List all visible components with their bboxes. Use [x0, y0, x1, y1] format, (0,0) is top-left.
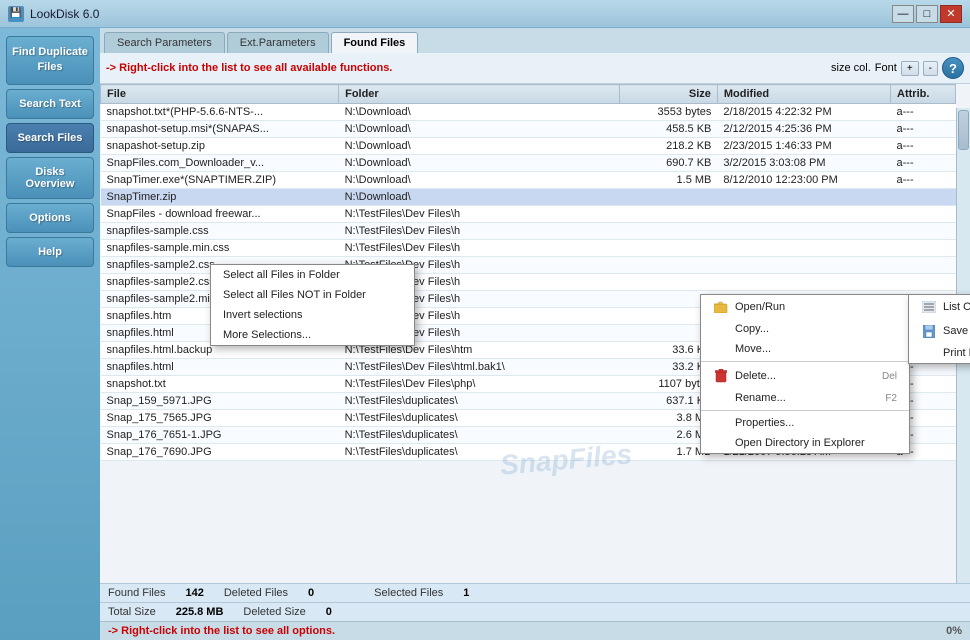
sidebar: Find DuplicateFiles Search Text Search F… [0, 28, 100, 640]
minimize-button[interactable]: — [892, 5, 914, 23]
status-bar-2: Total Size 225.8 MB Deleted Size 0 [100, 602, 970, 621]
toolbar-right: size col. Font + - ? [831, 57, 964, 79]
window-title: LookDisk 6.0 [30, 7, 99, 21]
deleted-size-value: 0 [326, 606, 332, 618]
content-area: Search Parameters Ext.Parameters Found F… [100, 28, 970, 640]
deleted-size-label: Deleted Size [243, 606, 305, 618]
progress-value: 0% [946, 625, 962, 637]
ctx-more-selections[interactable]: More Selections... [211, 325, 414, 345]
ctx-move[interactable]: Move... [701, 339, 909, 359]
font-minus-button[interactable]: - [923, 61, 938, 76]
sidebar-item-help[interactable]: Help [6, 237, 94, 267]
ctx-properties[interactable]: Properties... [701, 413, 909, 433]
ctx-select-all-folder[interactable]: Select all Files in Folder [211, 265, 414, 285]
file-table-container: File Folder Size Modified Attrib. snapsh… [100, 84, 970, 583]
app-icon: 💾 [8, 6, 24, 22]
size-col-label: size col. [831, 62, 871, 74]
total-size-label: Total Size [108, 606, 156, 618]
sidebar-item-disks-overview[interactable]: Disks Overview [6, 157, 94, 199]
tab-bar: Search Parameters Ext.Parameters Found F… [100, 28, 970, 53]
total-size-value: 225.8 MB [176, 606, 224, 618]
deleted-files-value: 0 [308, 587, 314, 599]
ctx-rename[interactable]: Rename...F2 [701, 388, 909, 408]
save-icon [921, 323, 937, 339]
selected-files-label: Selected Files [374, 587, 443, 599]
font-label: Font [875, 62, 897, 74]
toolbar-hint: -> Right-click into the list to see all … [106, 62, 392, 74]
ctx-list-options[interactable]: List Options... [909, 295, 970, 319]
found-files-value: 142 [185, 587, 203, 599]
context-menu-overlay: Select all Files in Folder Select all Fi… [100, 84, 970, 583]
tab-found-files[interactable]: Found Files [331, 32, 419, 53]
sidebar-item-find-duplicate[interactable]: Find DuplicateFiles [6, 36, 94, 85]
sidebar-item-options[interactable]: Options [6, 203, 94, 233]
ctx-print-list[interactable]: Print List... [909, 343, 970, 363]
title-bar: 💾 LookDisk 6.0 — □ ✕ [0, 0, 970, 28]
context-menu-right: List Options... Save List... Print List.… [908, 294, 970, 364]
bottom-hint-text: -> Right-click into the list to see all … [108, 625, 335, 637]
tab-search-parameters[interactable]: Search Parameters [104, 32, 225, 53]
ctx-invert-selections[interactable]: Invert selections [211, 305, 414, 325]
delete-icon [713, 368, 729, 384]
folder-icon [713, 299, 729, 315]
toolbar: -> Right-click into the list to see all … [100, 53, 970, 84]
ctx-delete[interactable]: Delete... Del [701, 364, 909, 388]
sidebar-item-search-files[interactable]: Search Files [6, 123, 94, 153]
sidebar-item-search-text[interactable]: Search Text [6, 89, 94, 119]
window-controls: — □ ✕ [892, 5, 962, 23]
list-options-icon [921, 299, 937, 315]
close-button[interactable]: ✕ [940, 5, 962, 23]
main-layout: Find DuplicateFiles Search Text Search F… [0, 28, 970, 640]
ctx-open-directory[interactable]: Open Directory in Explorer [701, 433, 909, 453]
context-menu-middle: Open/Run Copy... Move... Delete... Del R… [700, 294, 910, 454]
font-plus-button[interactable]: + [901, 61, 919, 76]
bottom-hint-bar: -> Right-click into the list to see all … [100, 621, 970, 640]
selected-files-value: 1 [463, 587, 469, 599]
maximize-button[interactable]: □ [916, 5, 938, 23]
deleted-files-label: Deleted Files [224, 587, 288, 599]
help-button[interactable]: ? [942, 57, 964, 79]
ctx-select-not-folder[interactable]: Select all Files NOT in Folder [211, 285, 414, 305]
context-menu-left: Select all Files in Folder Select all Fi… [210, 264, 415, 346]
ctx-open-run[interactable]: Open/Run [701, 295, 909, 319]
status-bar: Found Files 142 Deleted Files 0 Selected… [100, 583, 970, 602]
tab-ext-parameters[interactable]: Ext.Parameters [227, 32, 329, 53]
found-files-label: Found Files [108, 587, 165, 599]
ctx-copy[interactable]: Copy... [701, 319, 909, 339]
ctx-save-list[interactable]: Save List... [909, 319, 970, 343]
